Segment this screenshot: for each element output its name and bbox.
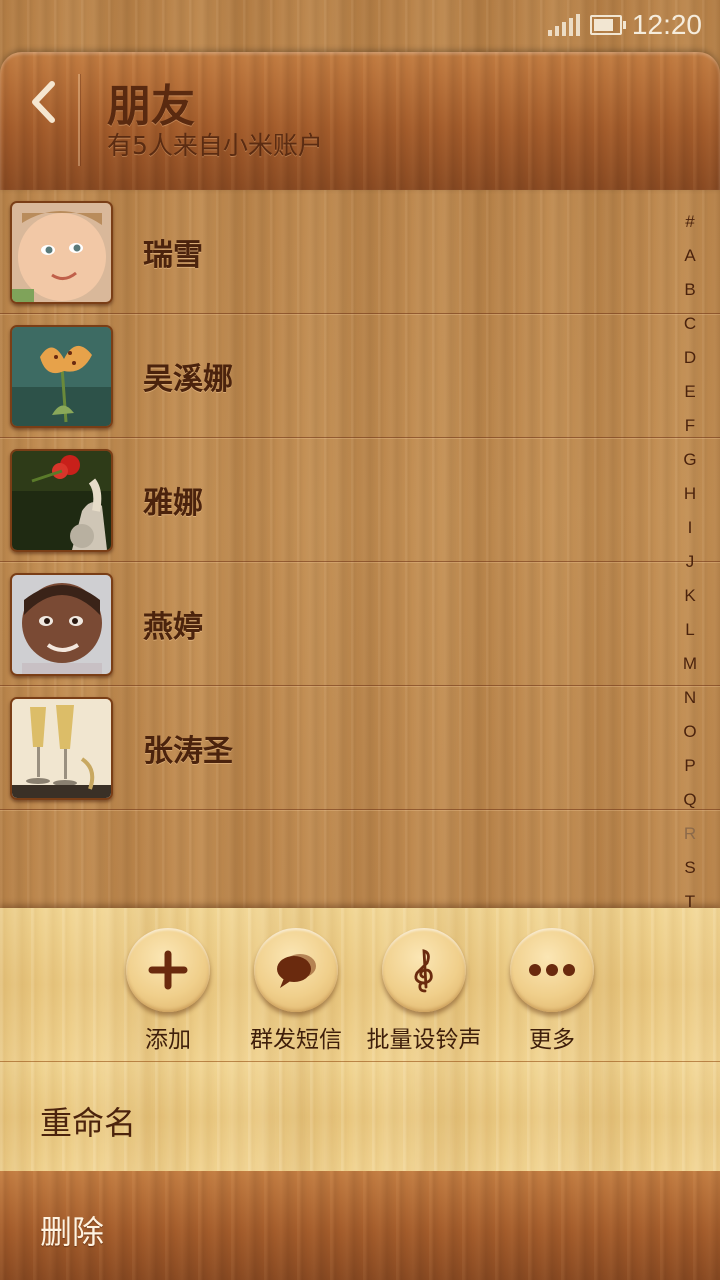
alpha-letter[interactable]: B (678, 273, 702, 307)
plus-icon (148, 950, 188, 990)
contact-name: 雅娜 (143, 486, 203, 521)
alpha-letter[interactable]: R (678, 817, 702, 851)
more-dots-icon (529, 964, 575, 976)
alpha-letter[interactable]: N (678, 681, 702, 715)
alpha-letter[interactable]: A (678, 239, 702, 273)
alpha-letter[interactable]: E (678, 375, 702, 409)
contact-row[interactable]: 张涛圣 (0, 686, 720, 810)
contact-name: 燕婷 (143, 610, 203, 645)
page-title: 朋友 (107, 81, 195, 132)
alphabet-index[interactable]: # A B C D E F G H I J K L M N O P Q R S T (678, 205, 702, 919)
contact-row[interactable]: 雅娜 (0, 438, 720, 562)
contact-name: 吴溪娜 (143, 362, 233, 397)
contact-row[interactable]: 燕婷 (0, 562, 720, 686)
alpha-letter[interactable]: F (678, 409, 702, 443)
battery-icon (589, 15, 626, 35)
alpha-letter[interactable]: J (678, 545, 702, 579)
status-time: 12:20 (631, 9, 702, 40)
contact-avatar (10, 449, 113, 552)
back-button[interactable] (18, 72, 68, 132)
alpha-letter[interactable]: S (678, 851, 702, 885)
action-panel: 添加 群发短信 批量设铃声 更多 (0, 908, 720, 1061)
signal-icon (547, 14, 580, 36)
header-bar: 朋友 有5人来自小米账户 (0, 52, 720, 190)
header-divider (78, 74, 80, 166)
alpha-letter[interactable]: D (678, 341, 702, 375)
page-subtitle: 有5人来自小米账户 (107, 131, 323, 160)
alpha-letter[interactable]: H (678, 477, 702, 511)
alpha-letter[interactable]: M (678, 647, 702, 681)
contact-list: 瑞雪 吴溪娜 雅娜 燕婷 张涛圣 (0, 190, 720, 908)
rename-menu-item[interactable]: 重命名 (0, 1061, 720, 1172)
contact-row[interactable]: 瑞雪 (0, 190, 720, 314)
alpha-letter[interactable]: I (678, 511, 702, 545)
alpha-letter[interactable]: # (678, 205, 702, 239)
status-icons: 12:20 (547, 8, 702, 42)
treble-clef-icon (414, 949, 433, 993)
speech-bubble-icon (277, 954, 316, 988)
alpha-letter[interactable]: L (678, 613, 702, 647)
contact-name: 瑞雪 (143, 238, 203, 273)
alpha-letter[interactable]: C (678, 307, 702, 341)
contact-avatar (10, 573, 113, 676)
contact-avatar (10, 697, 113, 800)
alpha-letter[interactable]: Q (678, 783, 702, 817)
contact-name: 张涛圣 (143, 734, 233, 769)
status-bar: 12:20 (0, 0, 720, 50)
contact-row[interactable]: 吴溪娜 (0, 314, 720, 438)
alpha-letter[interactable]: P (678, 749, 702, 783)
more-label: 更多 (529, 1027, 575, 1053)
alpha-letter[interactable]: G (678, 443, 702, 477)
alpha-letter[interactable]: K (678, 579, 702, 613)
rename-label: 重命名 (40, 1104, 137, 1142)
alpha-letter[interactable]: O (678, 715, 702, 749)
chevron-left-icon (32, 81, 55, 123)
delete-label: 删除 (40, 1213, 105, 1251)
contact-avatar (10, 325, 113, 428)
contact-avatar (10, 201, 113, 304)
more-button[interactable]: 更多 (477, 928, 627, 1054)
delete-menu-item[interactable]: 删除 (0, 1171, 720, 1280)
